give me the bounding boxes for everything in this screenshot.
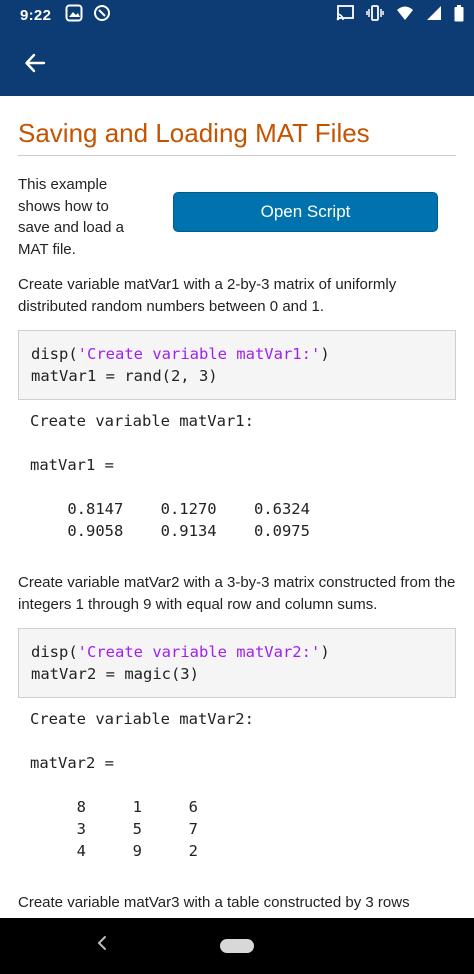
vibrate-icon xyxy=(366,5,384,25)
code-text: ) xyxy=(320,345,330,363)
content-area[interactable]: Saving and Loading MAT Files This exampl… xyxy=(18,96,456,918)
signal-icon xyxy=(426,5,442,25)
back-button[interactable] xyxy=(20,48,50,78)
status-bar: 9:22 xyxy=(0,0,474,30)
arrow-left-icon xyxy=(25,53,46,73)
description-matvar3: Create variable matVar3 with a table con… xyxy=(18,894,410,911)
code-text: matVar1 = rand(2, 3) xyxy=(31,367,218,385)
output-block-1: Create variable matVar1: matVar1 = 0.814… xyxy=(30,412,310,540)
status-left-icons xyxy=(65,4,111,26)
status-right-icons xyxy=(336,0,464,30)
code-string: 'Create variable matVar2:' xyxy=(77,643,321,661)
code-text: matVar2 = magic(3) xyxy=(31,665,199,683)
cast-icon xyxy=(336,5,354,25)
system-nav-bar xyxy=(0,918,474,974)
description-matvar2: Create variable matVar2 with a 3-by-3 ma… xyxy=(18,574,456,613)
sync-icon xyxy=(93,4,111,26)
code-string: 'Create variable matVar1:' xyxy=(77,345,321,363)
output-block-2: Create variable matVar2: matVar2 = 8 1 6… xyxy=(30,710,254,860)
code-text: disp( xyxy=(31,643,78,661)
code-block-2[interactable]: disp('Create variable matVar2:') matVar2… xyxy=(18,628,456,698)
intro-text: This example shows how to save and load … xyxy=(18,176,124,258)
code-text: disp( xyxy=(31,345,78,363)
nav-back-icon[interactable] xyxy=(96,934,108,957)
battery-icon xyxy=(454,4,464,26)
code-text: ) xyxy=(320,643,330,661)
description-matvar1: Create variable matVar1 with a 2-by-3 ma… xyxy=(18,276,397,315)
app-bar xyxy=(0,30,474,96)
status-time: 9:22 xyxy=(20,6,52,24)
open-script-button[interactable]: Open Script xyxy=(173,192,438,232)
nav-home-pill[interactable] xyxy=(220,939,254,953)
wifi-icon xyxy=(396,5,414,25)
intro-row: This example shows how to save and load … xyxy=(18,174,456,260)
photo-icon xyxy=(65,4,83,26)
page-title: Saving and Loading MAT Files xyxy=(18,118,456,156)
code-block-1[interactable]: disp('Create variable matVar1:') matVar1… xyxy=(18,330,456,400)
